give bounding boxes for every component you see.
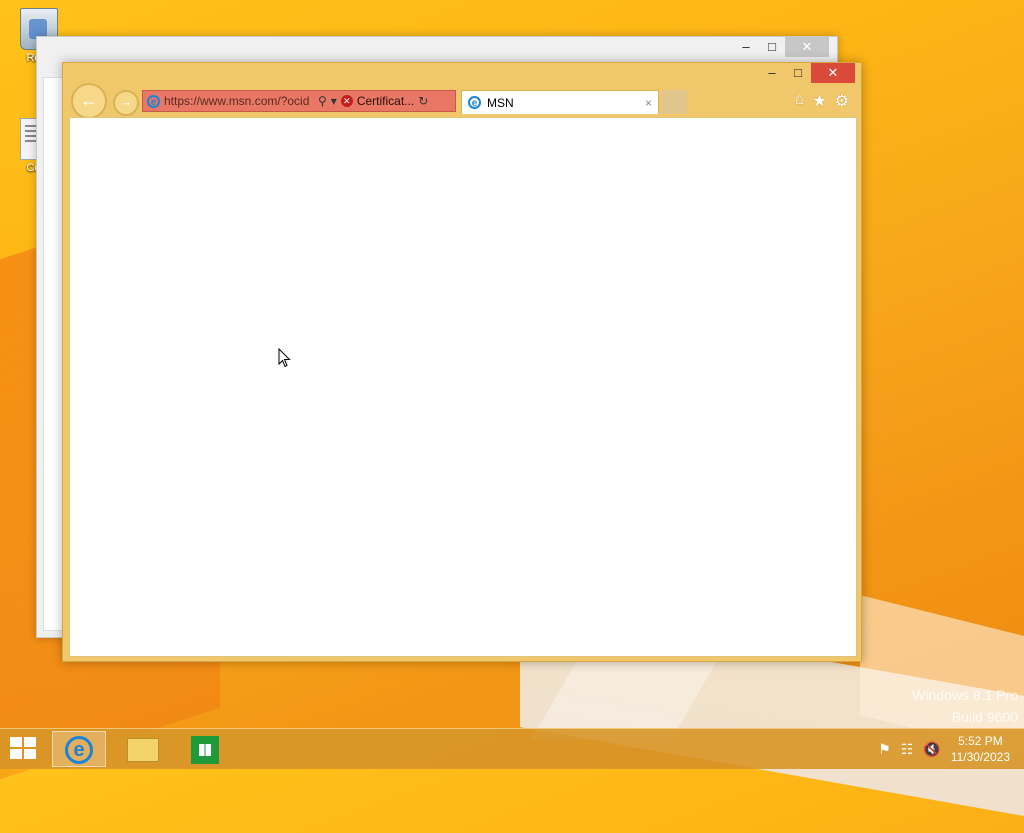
mouse-cursor-icon: [278, 347, 292, 371]
new-tab-button[interactable]: [661, 90, 687, 114]
minimize-button[interactable]: –: [759, 63, 785, 83]
close-button[interactable]: ✕: [811, 63, 855, 83]
close-button[interactable]: ✕: [785, 37, 829, 57]
certificate-error-icon[interactable]: ✕: [340, 95, 353, 107]
system-tray: ⚑ ☷ 🔇 5:52 PM 11/30/2023: [878, 729, 1024, 769]
address-url[interactable]: https://www.msn.com/?ocid: [164, 94, 314, 108]
taskbar-file-explorer[interactable]: [116, 731, 170, 767]
refresh-icon[interactable]: ↻: [418, 94, 428, 108]
internet-explorer-icon: e: [65, 736, 93, 764]
page-content[interactable]: [69, 117, 857, 657]
maximize-button[interactable]: □: [759, 37, 785, 57]
windows-logo-icon: [10, 737, 22, 747]
forward-button[interactable]: →: [113, 90, 139, 116]
certificate-error-label[interactable]: Certificat...: [357, 94, 414, 108]
clock[interactable]: 5:52 PM 11/30/2023: [951, 733, 1010, 765]
back-button[interactable]: ←: [71, 83, 107, 119]
watermark-build: Build 9600: [951, 709, 1018, 725]
ie-icon: e: [468, 96, 481, 109]
action-center-flag-icon[interactable]: ⚑: [878, 741, 891, 758]
start-button[interactable]: [10, 737, 38, 761]
taskbar-internet-explorer[interactable]: e: [52, 731, 106, 767]
network-icon[interactable]: ☷: [901, 741, 914, 758]
favorites-star-icon[interactable]: ★: [812, 91, 826, 111]
tab-msn[interactable]: e MSN ×: [461, 90, 659, 114]
volume-muted-icon[interactable]: 🔇: [923, 741, 940, 758]
store-bag-icon: [191, 736, 219, 764]
home-icon[interactable]: ⌂: [795, 91, 805, 111]
taskbar-store[interactable]: [178, 731, 232, 767]
windows-watermark: Windows 8.1 Pro Build 9600: [912, 684, 1018, 728]
ie-icon: e: [147, 94, 160, 108]
browser-window[interactable]: – □ ✕ ← → e https://www.msn.com/?ocid ⚲ …: [62, 62, 862, 662]
folder-icon: [127, 738, 159, 762]
clock-date: 11/30/2023: [950, 750, 1010, 764]
settings-gear-icon[interactable]: ⚙: [835, 91, 849, 111]
maximize-button[interactable]: □: [785, 63, 811, 83]
clock-time: 5:52 PM: [958, 734, 1003, 748]
dropdown-arrow-icon[interactable]: ▾: [331, 94, 337, 108]
watermark-edition: Windows 8.1 Pro: [912, 687, 1018, 703]
search-icon[interactable]: ⚲: [318, 94, 327, 108]
close-tab-icon[interactable]: ×: [645, 96, 652, 110]
address-bar[interactable]: e https://www.msn.com/?ocid ⚲ ▾ ✕ Certif…: [142, 90, 456, 112]
tab-title: MSN: [487, 95, 514, 110]
taskbar: e ⚑ ☷ 🔇 5:52 PM 11/30/2023: [0, 728, 1024, 769]
minimize-button[interactable]: –: [733, 37, 759, 57]
